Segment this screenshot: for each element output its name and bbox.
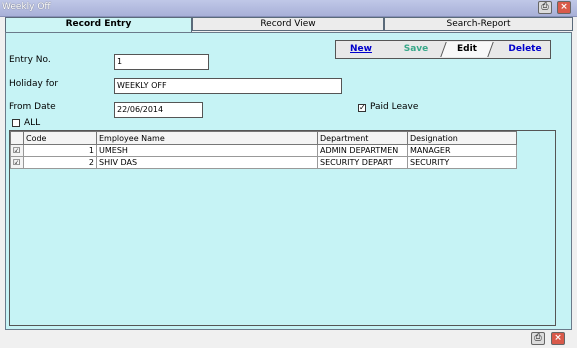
title-bar: Weekly Off ⎙ × (0, 0, 577, 17)
new-button[interactable]: New (346, 42, 376, 57)
holiday-for-field[interactable]: WEEKLY OFF (114, 78, 342, 94)
code-column-header: Code (23, 131, 97, 145)
record-entry-panel: New Save Edit Delete Entry No. 1 Holiday… (5, 32, 572, 330)
department-cell: SECURITY DEPART (317, 156, 408, 169)
printer-icon[interactable]: ⎙ (531, 332, 545, 345)
from-date-field[interactable]: 22/06/2014 (114, 102, 203, 118)
bottom-bar: ⎙ × (0, 330, 577, 348)
all-checkbox[interactable] (12, 119, 20, 127)
employee-name-cell: UMESH (96, 144, 318, 157)
tab-record-entry[interactable]: Record Entry (5, 17, 192, 33)
table-row[interactable]: ☑ 1 UMESH ADMIN DEPARTMEN MANAGER (10, 144, 517, 157)
paid-leave-label: Paid Leave (370, 102, 419, 112)
window-title: Weekly Off (2, 2, 51, 12)
close-icon[interactable]: × (557, 1, 571, 14)
row-checkbox[interactable]: ☑ (10, 144, 24, 157)
tab-record-view[interactable]: Record View (192, 17, 384, 31)
department-cell: ADMIN DEPARTMEN (317, 144, 408, 157)
paid-leave-checkbox[interactable]: ✓ (358, 104, 366, 112)
select-column-header (10, 131, 24, 145)
entry-no-field[interactable]: 1 (114, 54, 209, 70)
save-button[interactable]: Save (400, 42, 432, 57)
code-cell: 1 (23, 144, 97, 157)
action-toolbar: New Save Edit Delete (335, 40, 551, 59)
holiday-for-label: Holiday for (9, 79, 59, 89)
entry-no-label: Entry No. (9, 55, 51, 65)
employee-name-cell: SHIV DAS (96, 156, 318, 169)
from-date-label: From Date (9, 102, 56, 112)
edit-button[interactable]: Edit (440, 42, 494, 57)
table-header-row: Code Employee Name Department Designatio… (10, 131, 517, 145)
edit-label: Edit (457, 44, 477, 54)
designation-cell: SECURITY (407, 156, 517, 169)
employee-name-column-header: Employee Name (96, 131, 318, 145)
table-row[interactable]: ☑ 2 SHIV DAS SECURITY DEPART SECURITY (10, 156, 517, 169)
tab-strip: Record Entry Record View Search-Report (5, 17, 573, 33)
printer-icon[interactable]: ⎙ (538, 1, 552, 14)
designation-column-header: Designation (407, 131, 517, 145)
employee-table: Code Employee Name Department Designatio… (10, 131, 517, 169)
designation-cell: MANAGER (407, 144, 517, 157)
all-label: ALL (24, 118, 41, 128)
row-checkbox[interactable]: ☑ (10, 156, 24, 169)
tab-search-report[interactable]: Search-Report (384, 17, 573, 31)
employee-grid: Code Employee Name Department Designatio… (9, 130, 556, 326)
delete-button[interactable]: Delete (504, 42, 546, 57)
code-cell: 2 (23, 156, 97, 169)
close-icon[interactable]: × (551, 332, 565, 345)
department-column-header: Department (317, 131, 408, 145)
